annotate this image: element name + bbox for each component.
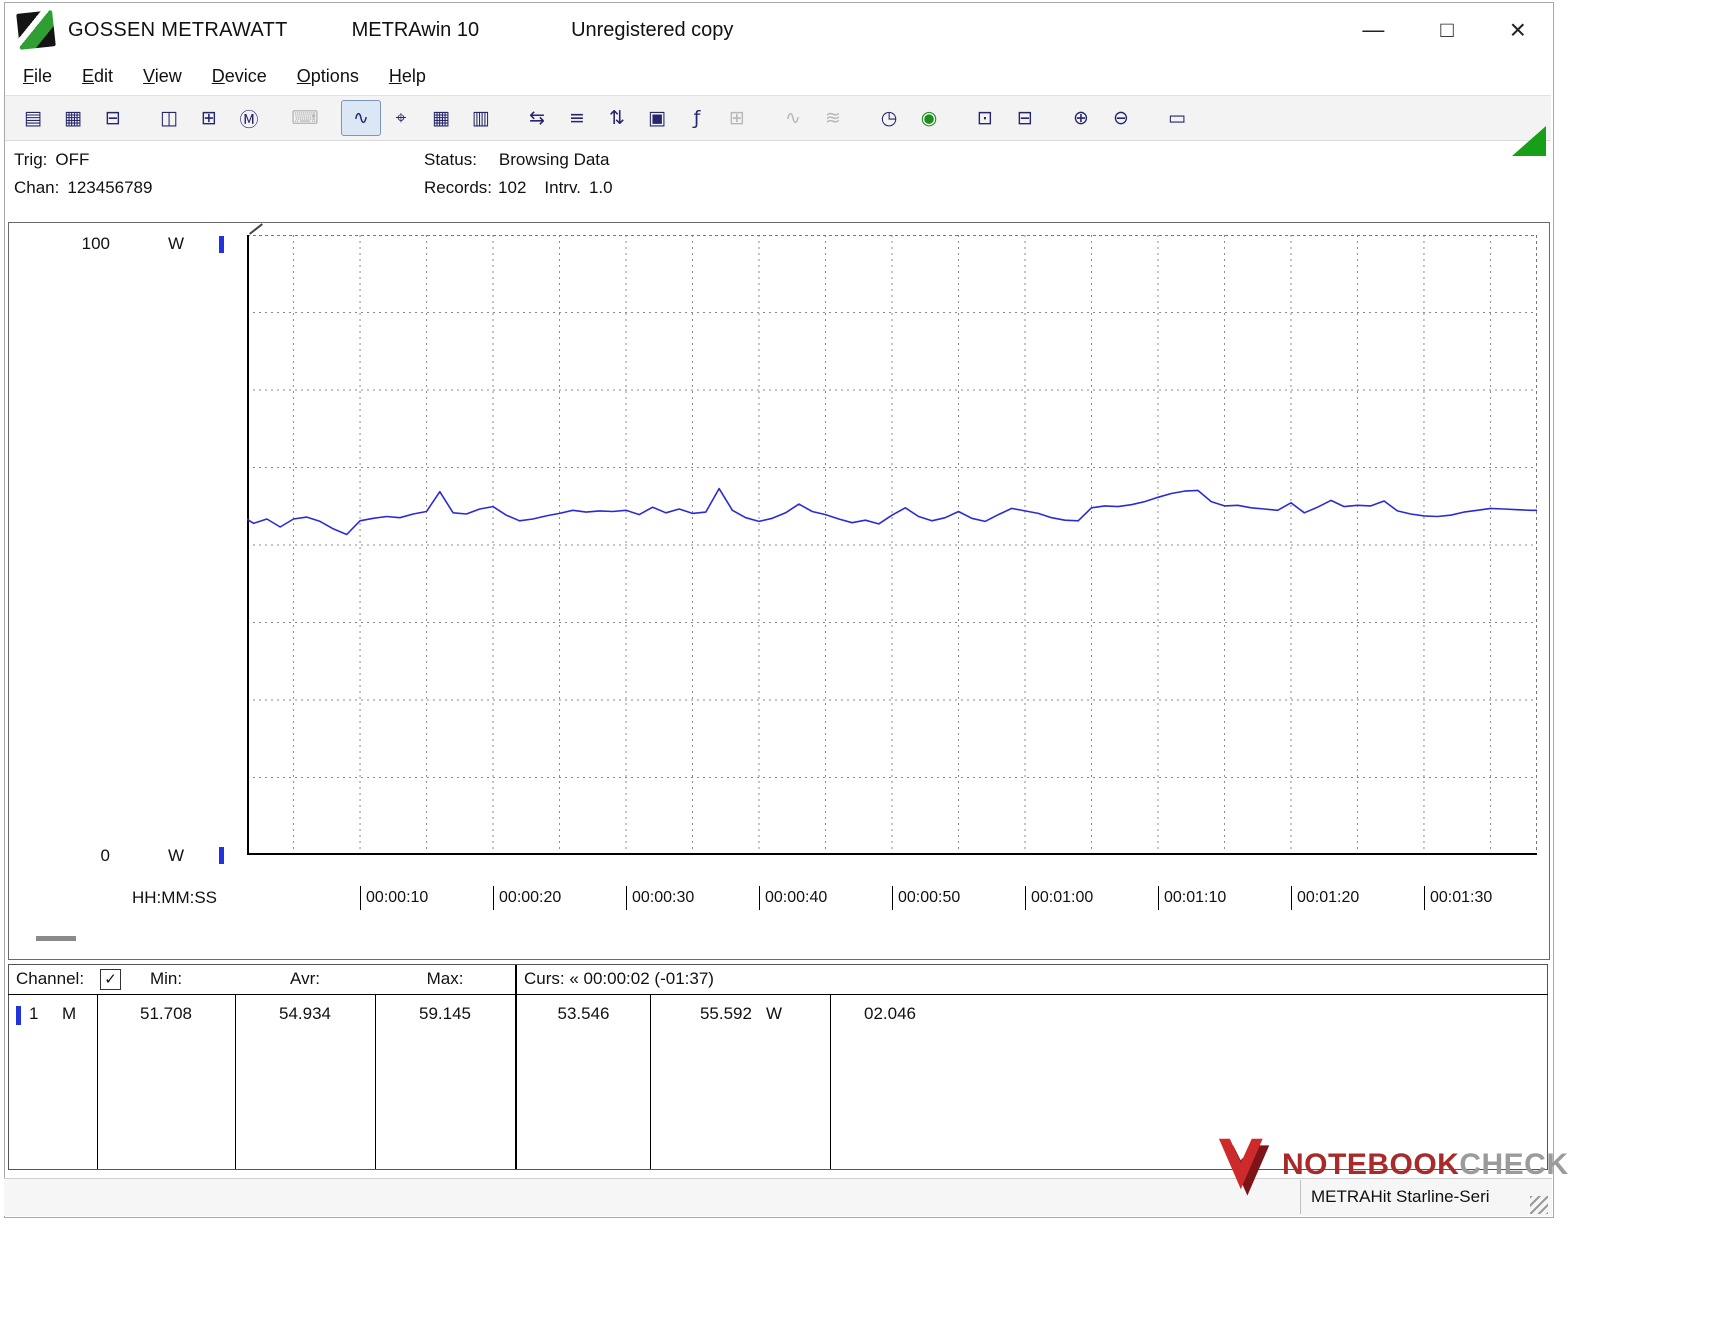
cursor2-unit: W [765,1004,783,1023]
intrv-label: Intrv. [544,178,581,197]
menu-device[interactable]: Device [197,60,282,93]
row-cursor1-value: 53.546 [557,1004,610,1023]
monitor-icon[interactable]: ▣ [637,100,677,136]
print-icon[interactable]: ⊡ [965,100,1005,136]
title-bar: GOSSEN METRAWATT METRAwin 10 Unregistere… [4,2,1552,58]
save-config-icon[interactable]: ▦ [53,100,93,136]
corner-triangle-icon [1512,126,1546,156]
y-axis-max-label: 100 [81,234,110,253]
status-value: Browsing Data [498,150,610,169]
save-data-icon[interactable]: ▤ [13,100,53,136]
license-label: Unregistered copy [571,18,734,41]
header-cursor: Curs: « 00:00:02 (-01:37) [524,969,714,988]
menu-edit[interactable]: Edit [67,60,128,93]
header-channel: Channel: [16,969,85,988]
row-delta-value: 02.046 [864,1004,916,1023]
status-label: Status: [424,150,477,169]
xy-chart-icon[interactable]: ⌖ [381,100,421,136]
records-value: 102 [498,178,527,197]
row-cursor2-value: 55.592 W [652,1004,830,1024]
channel-color-marker [16,1006,21,1025]
chan-value: 123456789 [67,178,153,197]
intrv-value: 1.0 [588,178,613,197]
records-status: Records: 102 Intrv. 1.0 [424,178,613,198]
browse-status: Status: Browsing Data [424,150,609,170]
menu-help[interactable]: Help [374,60,441,93]
maximize-button[interactable]: □ [1440,19,1453,41]
device-settings-icon[interactable]: ≡ [557,100,597,136]
y-axis-min-label: 0 [100,846,110,865]
note-icon[interactable]: ▭ [1157,100,1197,136]
x-tick-label: 00:00:40 [759,886,827,910]
x-tick-label: 00:01:30 [1423,886,1492,910]
close-button[interactable]: × [1510,16,1526,44]
row-channel-number: 1 [29,1004,39,1023]
records-label: Records: [424,178,493,197]
table-header-divider [8,994,1548,995]
x-tick-label: 00:00:20 [493,886,561,910]
watermark-word2: CHECK [1459,1148,1569,1181]
channel-status: Chan: 123456789 [14,178,152,198]
channel-list-icon[interactable]: ⇅ [597,100,637,136]
trig-value: OFF [55,150,90,169]
x-tick-label: 00:00:10 [360,886,428,910]
row-channel-mode: M [62,1004,77,1023]
x-tick-label: 00:00:30 [626,886,694,910]
header-min: Min: [149,969,183,988]
numeric-display-icon[interactable]: ⌨ [285,100,325,136]
zoom-in-icon[interactable]: ⊕ [1061,100,1101,136]
formula-icon[interactable]: ƒ [677,100,717,136]
analog-signal-icon[interactable]: ∿ [773,100,813,136]
open-file-icon[interactable]: ⊟ [93,100,133,136]
watermark-word1: NOTEBOOK [1282,1148,1460,1181]
calculator-icon[interactable]: ⊞ [717,100,757,136]
gossen-metrawatt-logo-icon [16,10,56,50]
header-avr: Avr: [290,969,320,988]
menu-view[interactable]: View [128,60,197,93]
menu-options[interactable]: Options [282,60,374,93]
x-tick-label: 00:01:20 [1290,886,1359,910]
chan-label: Chan: [14,178,60,197]
cursor-marker-bottom[interactable] [219,847,224,864]
trig-label: Trig: [14,150,48,169]
y-axis-unit-top: W [168,234,185,253]
zoom-out-icon[interactable]: ⊖ [1101,100,1141,136]
y-axis-unit-bottom: W [168,846,185,865]
menu-bar: File Edit View Device Options Help [8,58,441,94]
bar-graph-icon[interactable]: ▥ [461,100,501,136]
brand-title: GOSSEN METRAWATT [68,18,288,41]
app-title: METRAwin 10 [351,18,480,41]
stopwatch-icon[interactable]: ◉ [909,100,949,136]
x-axis-labels: 00:00:10 00:00:20 00:00:30 00:00:40 00:00:50… [0,886,1712,912]
device-mode-icon[interactable]: Ⓜ [229,100,269,136]
row-min-value: 51.708 [140,1004,192,1023]
device-memory-icon[interactable]: ⊞ [189,100,229,136]
minimize-button[interactable]: — [1362,19,1384,41]
chart-plot-area[interactable] [247,235,1537,855]
table-divider [830,995,831,1169]
row-avr-value: 54.934 [279,1004,331,1023]
x-tick-label: 00:00:50 [892,886,960,910]
yt-chart-icon[interactable]: ∿ [341,100,381,136]
table-divider [650,995,651,1169]
table-divider [515,965,517,1169]
print-preview-icon[interactable]: ⊟ [1005,100,1045,136]
notebookcheck-watermark: NOTEBOOKCHECK [1208,1128,1569,1202]
cursor2-number: 55.592 [699,1004,752,1023]
wave-signal-icon[interactable]: ≋ [813,100,853,136]
row-max-value: 59.145 [419,1004,471,1023]
header-max: Max: [426,969,464,988]
table-view-icon[interactable]: ▦ [421,100,461,136]
x-tick-label: 00:01:00 [1024,886,1093,910]
notebookcheck-logo-icon [1218,1138,1270,1196]
toolbar: ▤ ▦ ⊟ ◫ ⊞ Ⓜ ⌨ ∿ ⌖ ▦ ▥ ⇆ ≡ ⇅ ▣ ƒ ⊞ ∿ ≋ ◷ ◉ ⊡ ⊟ ⊕ ⊖ ▭ [5,95,1551,141]
chart-scroll-handle[interactable] [36,936,76,941]
device-read-icon[interactable]: ◫ [149,100,189,136]
clock-icon[interactable]: ◷ [869,100,909,136]
trigger-status: Trig: OFF [14,150,89,170]
menu-file[interactable]: File [8,60,67,93]
data-transfer-icon[interactable]: ⇆ [517,100,557,136]
cursor-marker-top[interactable] [219,236,224,253]
x-tick-label: 00:01:10 [1157,886,1226,910]
